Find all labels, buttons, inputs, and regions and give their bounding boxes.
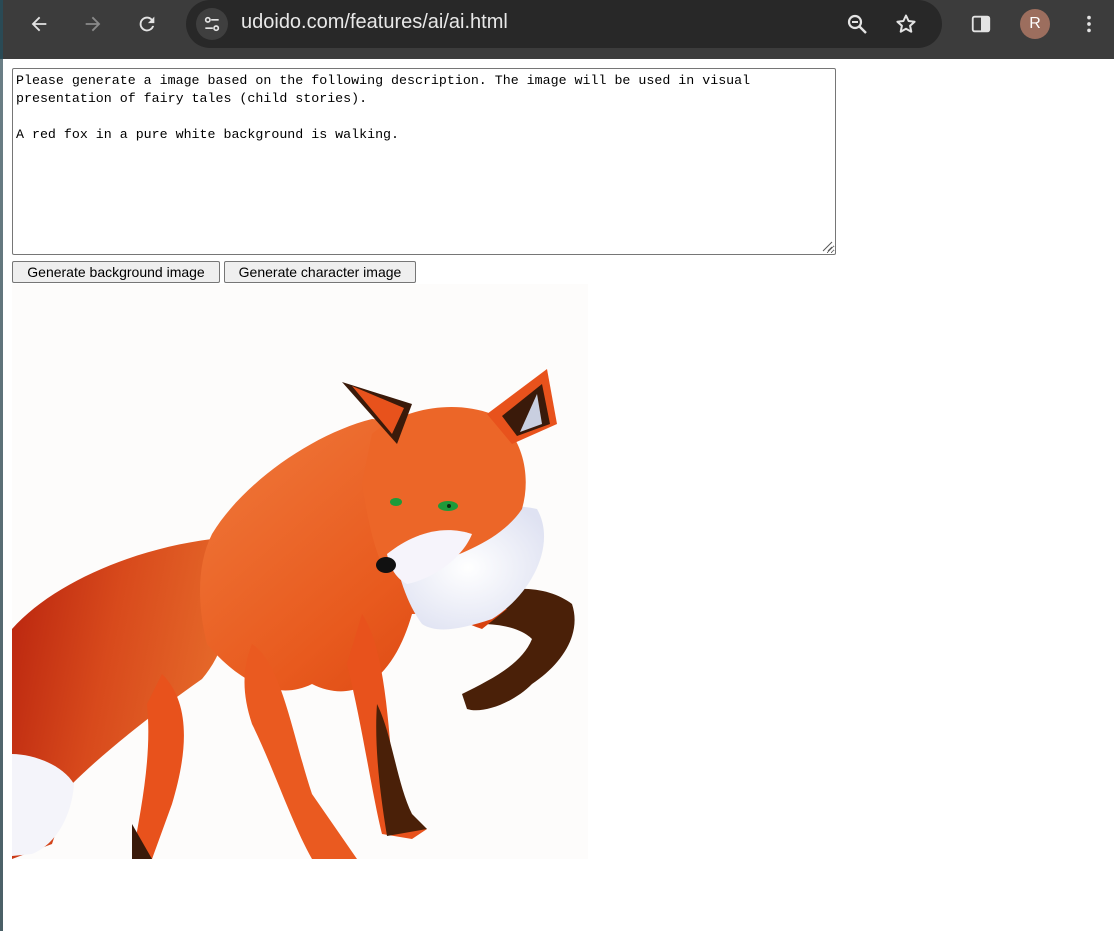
browser-toolbar: udoido.com/features/ai/ai.html R [0, 0, 1114, 59]
window-edge [0, 59, 3, 931]
generated-fox-image [12, 284, 588, 859]
resize-handle-icon[interactable] [820, 239, 834, 253]
url-text[interactable]: udoido.com/features/ai/ai.html [241, 11, 508, 34]
site-info-button[interactable] [196, 8, 228, 40]
forward-icon [85, 16, 101, 32]
more-menu-icon [1087, 15, 1091, 33]
fox-illustration [12, 284, 588, 859]
address-bar[interactable]: udoido.com/features/ai/ai.html [186, 0, 942, 48]
site-info-icon [204, 16, 220, 32]
bookmark-button[interactable] [889, 7, 923, 41]
zoom-button[interactable] [840, 7, 874, 41]
generate-character-button[interactable]: Generate character image [224, 261, 416, 283]
bookmark-star-icon [896, 14, 916, 33]
back-button[interactable] [22, 7, 56, 41]
side-panel-icon [971, 15, 991, 33]
generate-background-button[interactable]: Generate background image [12, 261, 220, 283]
reload-icon [139, 16, 155, 32]
back-icon [31, 16, 47, 32]
forward-button[interactable] [76, 7, 110, 41]
side-panel-button[interactable] [964, 7, 998, 41]
reload-button[interactable] [130, 7, 164, 41]
zoom-icon [847, 14, 867, 34]
prompt-textarea[interactable]: Please generate a image based on the fol… [12, 68, 836, 255]
profile-avatar[interactable]: R [1020, 9, 1050, 39]
more-menu-button[interactable] [1072, 7, 1106, 41]
